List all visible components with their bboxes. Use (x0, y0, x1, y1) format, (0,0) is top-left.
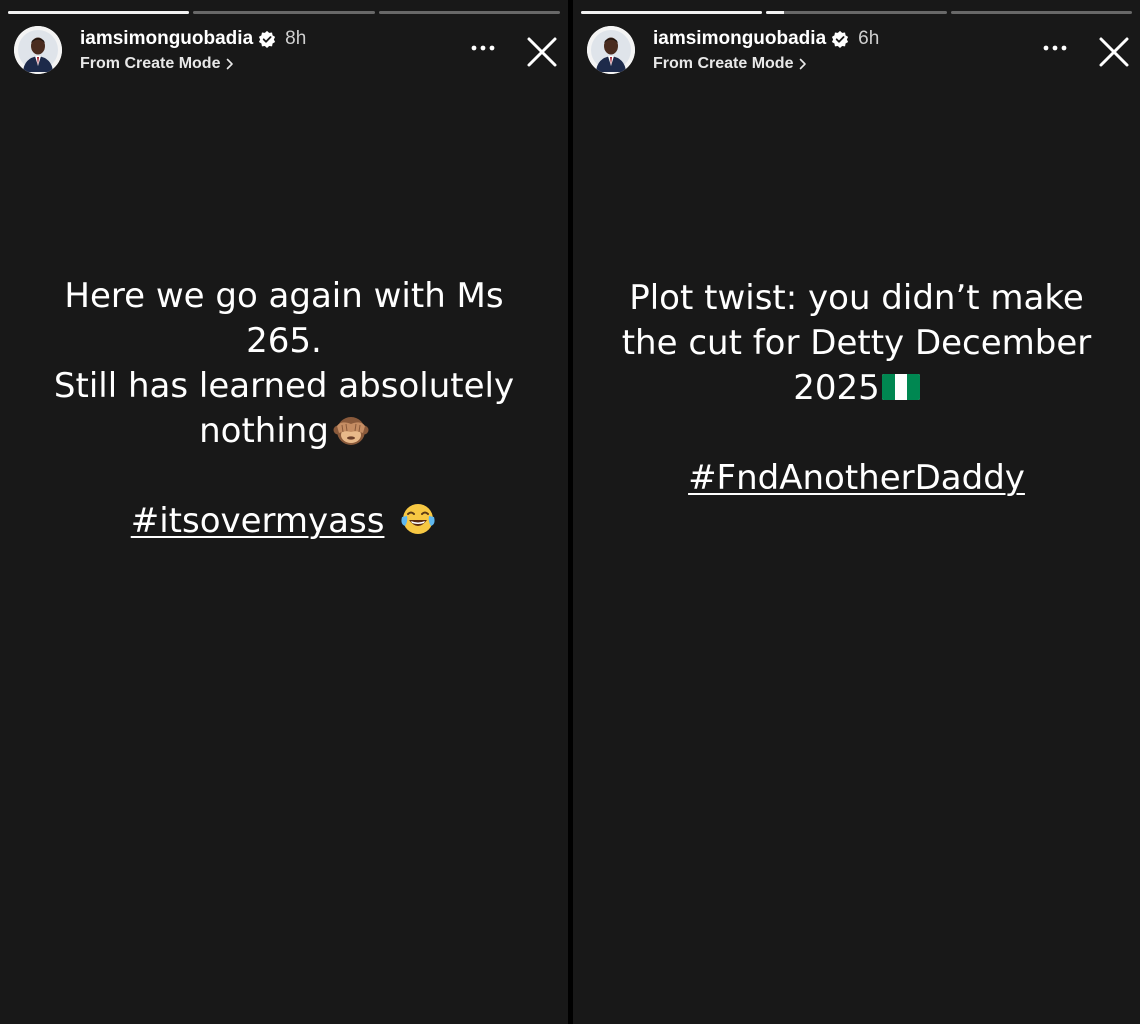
caption-line: 2025 (793, 368, 880, 408)
story-caption: Here we go again with Ms 265. Still has … (0, 274, 568, 544)
close-icon[interactable] (526, 36, 558, 68)
progress-segment (951, 11, 1132, 14)
user-line: iamsimonguobadia 6h (653, 28, 879, 50)
nigeria-flag-emoji (881, 374, 920, 400)
caption-line: Here we go again with Ms (64, 276, 504, 316)
user-line: iamsimonguobadia 8h (80, 28, 306, 50)
caption-line: the cut for Detty December (621, 323, 1092, 363)
chevron-right-icon (227, 58, 234, 70)
avatar[interactable] (587, 26, 635, 74)
see-no-evil-monkey-emoji (333, 417, 369, 445)
story-viewer: iamsimonguobadia 8h From Create Mode Her… (0, 0, 1140, 1024)
story-panel[interactable]: iamsimonguobadia 6h From Create Mode Plo… (573, 0, 1140, 1024)
hashtag-line: #itsovermyass (0, 499, 568, 544)
progress-segment (766, 11, 947, 14)
avatar[interactable] (14, 26, 62, 74)
post-time: 8h (285, 28, 307, 49)
story-header: iamsimonguobadia 8h From Create Mode (14, 26, 560, 76)
username[interactable]: iamsimonguobadia (80, 28, 253, 50)
create-mode-link[interactable]: From Create Mode (80, 55, 234, 73)
progress-segment (581, 11, 762, 14)
more-options-icon[interactable] (468, 38, 498, 58)
story-header: iamsimonguobadia 6h From Create Mode (587, 26, 1132, 76)
progress-segment (193, 11, 375, 14)
more-options-icon[interactable] (1040, 38, 1070, 58)
story-caption: Plot twist: you didn’t make the cut for … (573, 276, 1140, 501)
hashtag-line: #FndAnotherDaddy (573, 456, 1140, 501)
create-mode-label: From Create Mode (653, 55, 794, 72)
hashtag-link[interactable]: #itsovermyass (131, 501, 385, 541)
progress-segment (8, 11, 190, 14)
post-time: 6h (858, 28, 880, 49)
caption-line-with-emoji: nothing (0, 409, 568, 454)
close-icon[interactable] (1098, 36, 1130, 68)
chevron-right-icon (800, 58, 807, 70)
create-mode-label: From Create Mode (80, 55, 221, 72)
story-progress-bar (8, 11, 560, 14)
caption-line: nothing (199, 411, 329, 451)
hashtag-link[interactable]: #FndAnotherDaddy (688, 458, 1025, 498)
verified-badge-icon (832, 30, 849, 48)
progress-segment (378, 11, 560, 14)
username[interactable]: iamsimonguobadia (653, 28, 826, 50)
caption-line: 265. (246, 321, 322, 361)
story-panel[interactable]: iamsimonguobadia 8h From Create Mode Her… (0, 0, 568, 1024)
caption-line-with-emoji: 2025 (573, 366, 1140, 411)
caption-line: Plot twist: you didn’t make (629, 278, 1084, 318)
create-mode-link[interactable]: From Create Mode (653, 55, 807, 73)
story-progress-bar (581, 11, 1132, 14)
verified-badge-icon (259, 30, 276, 48)
tears-of-joy-emoji (401, 504, 435, 534)
caption-line: Still has learned absolutely (53, 366, 515, 406)
